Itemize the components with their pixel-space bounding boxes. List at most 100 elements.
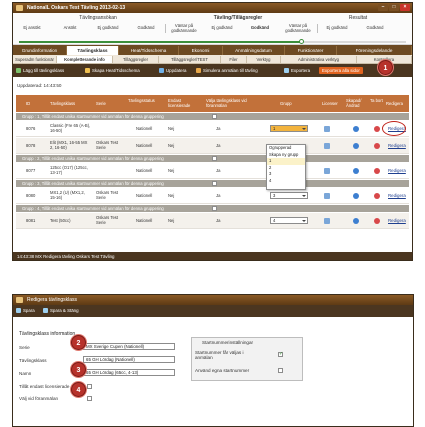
step-result-not-approved[interactable]: Ej godkänd bbox=[318, 25, 356, 30]
info-icon[interactable] bbox=[353, 126, 359, 132]
step-result-awaiting[interactable]: Väntar på godkännande bbox=[279, 23, 317, 33]
tab-anmalningsdatum[interactable]: Anmälningsdatum bbox=[223, 46, 285, 55]
license-icon[interactable] bbox=[324, 193, 330, 199]
subtab-kompletterande[interactable]: Kompletterande info bbox=[57, 56, 113, 63]
add-class-label: Lägg till tävlingsklass bbox=[23, 68, 65, 73]
subtab-superadm[interactable]: Superadm funktionär bbox=[13, 56, 57, 63]
tavlingsklass-select[interactable]: 65 GH Lördag (Nationell) bbox=[83, 356, 175, 363]
step-applied[interactable]: Ansökt bbox=[51, 25, 89, 30]
delete-icon[interactable] bbox=[374, 126, 380, 132]
delete-icon[interactable] bbox=[374, 168, 380, 174]
col-endast-licensierade[interactable]: Endast licensierade bbox=[168, 98, 194, 108]
edit-link[interactable]: Redigera bbox=[388, 193, 406, 198]
table-row[interactable]: 8078 Elit (MX1, 16-55 MX 2, 16-50) Oskar… bbox=[16, 138, 409, 154]
col-ta-bort[interactable]: Ta bort bbox=[370, 98, 384, 103]
tab-grundinformation[interactable]: Grundinformation bbox=[13, 46, 67, 55]
unique-number-checkbox[interactable] bbox=[212, 114, 217, 119]
license-icon[interactable] bbox=[324, 218, 330, 224]
save-close-label: Spara & Stäng bbox=[50, 308, 79, 313]
step-not-approved[interactable]: Ej godkänd bbox=[89, 25, 127, 30]
group-select[interactable]: 3 bbox=[270, 192, 308, 199]
refresh-button[interactable]: Uppdatera bbox=[159, 67, 187, 74]
edit-link[interactable]: Redigera bbox=[388, 218, 406, 223]
col-redigera[interactable]: Redigera bbox=[386, 101, 403, 106]
step-competition-approved[interactable]: Godkänd bbox=[241, 25, 279, 30]
tab-tavlingsklass[interactable]: Tävlingsklass bbox=[67, 46, 119, 55]
license-icon[interactable] bbox=[324, 143, 330, 149]
col-tavlingsklass[interactable]: Tävlingsklass bbox=[50, 101, 75, 106]
cell-status: Nationell bbox=[136, 218, 153, 223]
add-class-button[interactable]: Lägg till tävlingsklass bbox=[16, 67, 64, 74]
status-bar: 14:43:38 MX Redigera tävling Oskars Test… bbox=[13, 252, 412, 260]
group-row[interactable]: Grupp : 4, Tillåt endast unika startnumm… bbox=[16, 205, 409, 212]
subtab-administrativa[interactable]: Administrativa verktyg bbox=[281, 56, 357, 63]
tab-heat-tidsschema[interactable]: Heat/Tidsschema bbox=[119, 46, 179, 55]
col-id[interactable]: ID bbox=[26, 101, 30, 106]
col-licenser[interactable]: Licenser bbox=[322, 101, 338, 106]
cell-status: Nationell bbox=[136, 193, 153, 198]
step-result-approved[interactable]: Godkänd bbox=[356, 25, 394, 30]
license-icon[interactable] bbox=[324, 126, 330, 132]
namn-field[interactable]: 65 GH Lördag (65cc, 4-13) bbox=[83, 369, 175, 376]
delete-icon[interactable] bbox=[374, 218, 380, 224]
table-row[interactable]: 8077 125cc (O17) (125cc, 13-17) Nationel… bbox=[16, 163, 409, 179]
export-all-button[interactable]: Exportera alla sidor bbox=[319, 67, 363, 74]
group-select[interactable]: 4 bbox=[270, 217, 308, 224]
step-awaiting-approval[interactable]: Väntar på godkännande bbox=[165, 23, 203, 33]
table-row[interactable]: 8081 Test (50cc) Oskars Test Serie Natio… bbox=[16, 213, 409, 229]
serie-label: Serie bbox=[19, 345, 30, 350]
edit-link[interactable]: Redigera bbox=[388, 168, 406, 173]
license-icon[interactable] bbox=[324, 168, 330, 174]
foranmalan-label: Välj vid föranmälan bbox=[19, 396, 59, 401]
col-serie[interactable]: Serie bbox=[96, 101, 106, 106]
save-close-button[interactable]: Spara & Stäng bbox=[43, 307, 79, 314]
create-heat-button[interactable]: Skapa Heat/Tidsschema bbox=[85, 67, 140, 74]
unique-number-checkbox[interactable] bbox=[212, 181, 217, 186]
unique-number-checkbox[interactable] bbox=[212, 156, 217, 161]
save-button[interactable]: Spara bbox=[16, 307, 35, 314]
licensierade-checkbox[interactable] bbox=[87, 384, 92, 389]
minimize-button[interactable]: – bbox=[378, 4, 388, 11]
maximize-button[interactable]: □ bbox=[389, 4, 399, 11]
cell-endast: Nej bbox=[168, 126, 175, 131]
table-row[interactable]: 8080 MX1,2 (U) (MX1,2, 15-16) Oskars Tes… bbox=[16, 188, 409, 204]
info-icon[interactable] bbox=[353, 218, 359, 224]
group-row[interactable]: Grupp : 1, Tillåt endast unika startnumm… bbox=[16, 113, 409, 120]
close-button[interactable]: × bbox=[400, 4, 410, 11]
info-icon[interactable] bbox=[353, 168, 359, 174]
unique-number-checkbox[interactable] bbox=[212, 206, 217, 211]
group-row[interactable]: Grupp : 3, Tillåt endast unika startnumm… bbox=[16, 180, 409, 187]
start-opt1-checkbox[interactable]: ✓ bbox=[278, 351, 283, 357]
delete-icon[interactable] bbox=[374, 143, 380, 149]
step-not-applied[interactable]: Ej ansökt bbox=[13, 25, 51, 30]
info-icon[interactable] bbox=[353, 143, 359, 149]
export-button[interactable]: Exportera bbox=[284, 67, 310, 74]
info-icon[interactable] bbox=[353, 193, 359, 199]
subtab-verktyg[interactable]: Verktyg bbox=[247, 56, 281, 63]
col-skapad-andrad[interactable]: Skapad/Ändrad bbox=[346, 98, 368, 108]
group-row[interactable]: Grupp : 2, Tillåt endast unika startnumm… bbox=[16, 155, 409, 162]
group-select[interactable]: 1 bbox=[270, 125, 308, 132]
serie-select[interactable]: MX Sverige Cupen (Nationell) bbox=[83, 343, 175, 350]
subtab-tillaggsregler-test[interactable]: Tilläggsregler/TEST bbox=[159, 56, 221, 63]
cell-endast: Nej bbox=[168, 143, 175, 148]
subtab-filer[interactable]: Filer bbox=[221, 56, 247, 63]
start-opt2-checkbox[interactable] bbox=[278, 368, 283, 373]
delete-icon[interactable] bbox=[374, 193, 380, 199]
foranmalan-checkbox[interactable] bbox=[87, 396, 92, 401]
table-row[interactable]: 8076 Classic (Fre 65 (A-B), 16-50) Natio… bbox=[16, 121, 409, 137]
col-valja-foranmalan[interactable]: Välja tävlingsklass vid föranmälan bbox=[206, 98, 264, 108]
tab-ekonomi[interactable]: Ekonomi bbox=[179, 46, 223, 55]
tab-funktionarer[interactable]: Funktionärer bbox=[285, 46, 337, 55]
col-grupp[interactable]: Grupp bbox=[280, 101, 292, 106]
simulate-button[interactable]: Simulera anmälan till tävling bbox=[196, 67, 258, 74]
col-tavlingsstatus[interactable]: Tävlingsstatus bbox=[128, 98, 156, 103]
step-competition-not-approved[interactable]: Ej godkänd bbox=[203, 25, 241, 30]
start-opt1-label: Startnummer får väljas i anmälan bbox=[195, 350, 244, 360]
group-dropdown-list[interactable]: Ogrupperad Skapa ny grupp 1 2 3 4 bbox=[266, 144, 306, 190]
subtab-tillaggsregler[interactable]: Tilläggsregler bbox=[113, 56, 159, 63]
step-approved[interactable]: Godkänd bbox=[127, 25, 165, 30]
tab-foreningsdelande[interactable]: Föreningsdelande bbox=[337, 46, 412, 55]
edit-link[interactable]: Redigera bbox=[388, 143, 406, 148]
dropdown-option[interactable]: 4 bbox=[267, 178, 305, 185]
